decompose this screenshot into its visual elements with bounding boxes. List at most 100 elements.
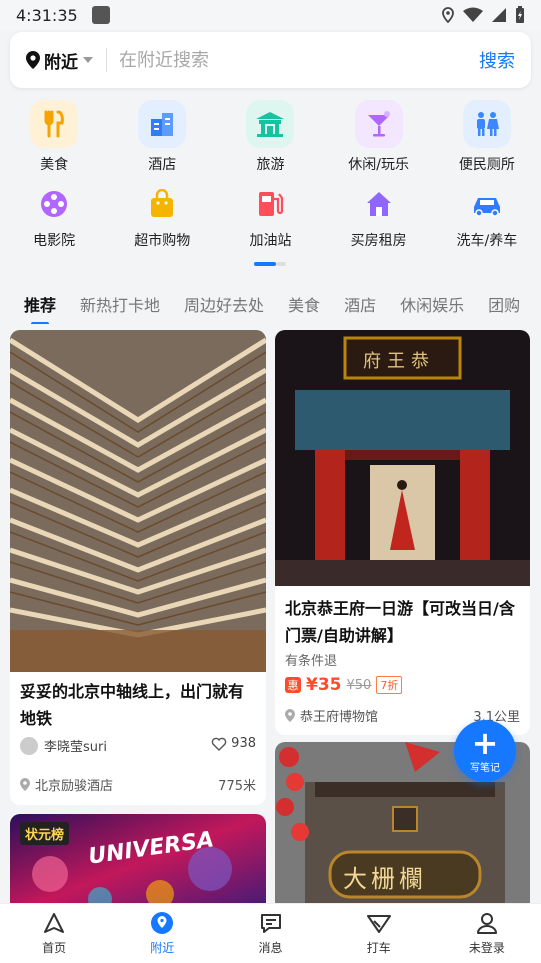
wifi-icon <box>463 7 483 22</box>
nav-label: 附近 <box>150 941 175 955</box>
category-label: 美食 <box>40 157 69 173</box>
feed-card-prince-gong[interactable]: 府王恭 北京恭王府一日游【可改当日/含门票/自助讲解】 有条件退 惠 ¥35 ¥… <box>275 330 530 735</box>
nav-label: 消息 <box>258 941 283 955</box>
card-title: 妥妥的北京中轴线上，出门就有地铁 <box>20 682 245 728</box>
dashilar-sign: 大栅欄 <box>343 865 427 893</box>
avatar <box>20 736 38 755</box>
caret-down-icon <box>83 57 93 63</box>
nav-profile[interactable]: 未登录 <box>433 904 541 963</box>
location-selector[interactable]: 附近 <box>26 48 94 73</box>
message-nav-icon <box>260 914 281 933</box>
price-row: 惠 ¥35 ¥50 7折 <box>285 675 403 695</box>
nav-taxi[interactable]: 打车 <box>325 904 433 963</box>
category-gas-station[interactable]: 加油站 <box>216 174 324 256</box>
tab-nearby-places[interactable]: 周边好去处 <box>184 292 264 316</box>
category-label: 买房租房 <box>350 233 407 249</box>
taxi-nav-icon <box>366 915 391 933</box>
home-nav-icon <box>44 913 65 933</box>
tab-recommend[interactable]: 推荐 <box>24 292 56 316</box>
category-label: 旅游 <box>256 157 285 173</box>
location-pin-icon <box>20 778 30 791</box>
plus-icon: + <box>471 723 499 762</box>
card-location: 恭王府博物馆 <box>285 706 378 725</box>
category-label: 加油站 <box>249 233 292 249</box>
fuel-icon <box>246 184 294 224</box>
nav-label: 首页 <box>42 941 67 955</box>
tab-food[interactable]: 美食 <box>288 292 320 316</box>
feed-card-universal[interactable]: 状元榜 UNIVERSA <box>10 814 266 914</box>
tab-hotel[interactable]: 酒店 <box>344 292 376 316</box>
like-count: 938 <box>231 736 256 751</box>
location-status-icon <box>442 7 454 23</box>
hotel-icon <box>138 100 187 148</box>
fab-label: 写笔记 <box>470 762 500 774</box>
write-note-button[interactable]: + 写笔记 <box>454 720 516 782</box>
tab-entertainment[interactable]: 休闲娱乐 <box>400 292 464 316</box>
nav-label: 打车 <box>366 941 391 955</box>
location-pin-icon <box>26 51 40 69</box>
signal-icon <box>492 8 506 22</box>
nav-home[interactable]: 首页 <box>0 904 108 963</box>
category-supermarket[interactable]: 超市购物 <box>108 174 216 256</box>
refund-condition: 有条件退 <box>285 654 338 669</box>
category-food[interactable]: 美食 <box>0 92 108 174</box>
nearby-nav-icon <box>151 912 174 934</box>
feed-tabs: 推荐 新热打卡地 周边好去处 美食 酒店 休闲娱乐 团购 <box>0 284 541 324</box>
category-leisure[interactable]: 休闲/玩乐 <box>325 92 433 174</box>
status-time: 4:31:35 <box>16 5 78 25</box>
food-icon <box>30 100 79 148</box>
car-icon <box>463 184 511 224</box>
search-button[interactable]: 搜索 <box>479 47 515 73</box>
category-label: 酒店 <box>148 157 177 173</box>
category-label: 电影院 <box>33 233 76 249</box>
category-real-estate[interactable]: 买房租房 <box>325 174 433 256</box>
like-button[interactable]: 938 <box>211 736 256 751</box>
discount-tag: 7折 <box>376 676 403 694</box>
place-name: 恭王府博物馆 <box>300 710 379 725</box>
search-bar: 附近 搜索 <box>10 32 531 88</box>
cocktail-icon <box>354 100 403 148</box>
house-icon <box>355 184 403 224</box>
status-bar: 4:31:35 <box>0 0 541 30</box>
category-hotel[interactable]: 酒店 <box>108 92 216 174</box>
place-name: 北京励骏酒店 <box>35 779 114 794</box>
profile-nav-icon <box>476 913 497 934</box>
category-label: 洗车/养车 <box>456 233 518 249</box>
category-label: 超市购物 <box>134 233 191 249</box>
category-label: 休闲/玩乐 <box>348 157 410 173</box>
film-icon <box>30 184 78 224</box>
status-icons <box>441 6 525 24</box>
category-toilet[interactable]: 便民厕所 <box>433 92 541 174</box>
travel-icon <box>246 100 295 148</box>
nav-messages[interactable]: 消息 <box>216 904 324 963</box>
battery-icon <box>516 6 524 23</box>
distance: 775米 <box>218 779 256 794</box>
page-indicator <box>254 262 286 266</box>
category-label: 便民厕所 <box>458 157 515 173</box>
category-grid: 美食 酒店 旅游 休闲/玩乐 便民厕所 电影院 超市购物 加油站 买房租房 洗车… <box>0 92 541 256</box>
tab-group-buy[interactable]: 团购 <box>488 292 520 316</box>
nav-nearby[interactable]: 附近 <box>108 904 216 963</box>
category-travel[interactable]: 旅游 <box>216 92 324 174</box>
category-cinema[interactable]: 电影院 <box>0 174 108 256</box>
discount-badge: 惠 <box>285 677 301 693</box>
card-image-atrium <box>10 330 266 672</box>
feed-card-hotel[interactable]: 妥妥的北京中轴线上，出门就有地铁 李晓莹suri 938 北京励骏酒店 775米 <box>10 330 266 805</box>
tab-new-hot[interactable]: 新热打卡地 <box>80 292 160 316</box>
shopping-bag-icon <box>138 184 186 224</box>
card-author: 李晓莹suri <box>20 736 107 755</box>
nav-label: 未登录 <box>468 941 505 955</box>
heart-icon <box>211 737 227 751</box>
mansion-plaque: 府王恭 <box>363 351 435 372</box>
search-divider <box>106 48 107 72</box>
search-input[interactable] <box>119 49 479 71</box>
category-car-wash[interactable]: 洗车/养车 <box>433 174 541 256</box>
card-title: 北京恭王府一日游【可改当日/含门票/自助讲解】 <box>285 599 515 645</box>
bottom-nav: 首页 附近 消息 打车 未登录 <box>0 903 541 963</box>
notification-icon <box>91 6 110 24</box>
location-label: 附近 <box>44 52 78 73</box>
card-tag: 状元榜 <box>20 822 70 845</box>
location-pin-icon <box>285 709 295 722</box>
author-name: 李晓莹suri <box>44 740 107 755</box>
price: ¥35 <box>306 675 342 695</box>
